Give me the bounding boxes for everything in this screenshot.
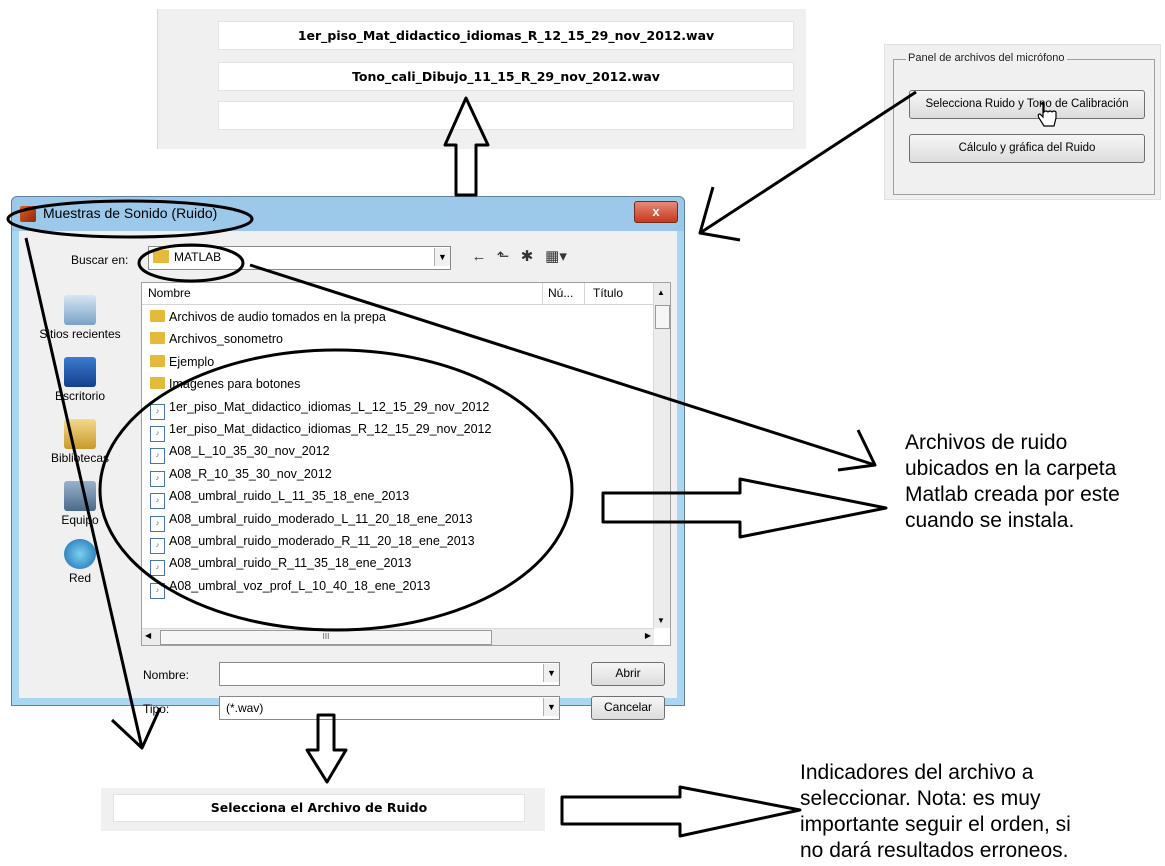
right-arrow-bottom-annotation — [560, 785, 802, 838]
down-arrow-left-annotation — [24, 237, 144, 749]
files-circle-annotation — [98, 348, 574, 632]
arrow-to-mic-annotation — [699, 90, 917, 235]
matlab-circle-annotation — [137, 243, 245, 283]
arrow-to-mic-head — [698, 186, 741, 242]
title-circle-annotation — [6, 199, 254, 239]
right-arrow-annotation — [601, 477, 888, 539]
up-arrow-annotation — [443, 96, 490, 197]
arrow-to-note-annotation — [249, 263, 876, 467]
annotation-overlay — [6, 90, 917, 838]
down-arrow-center-annotation — [305, 713, 348, 784]
